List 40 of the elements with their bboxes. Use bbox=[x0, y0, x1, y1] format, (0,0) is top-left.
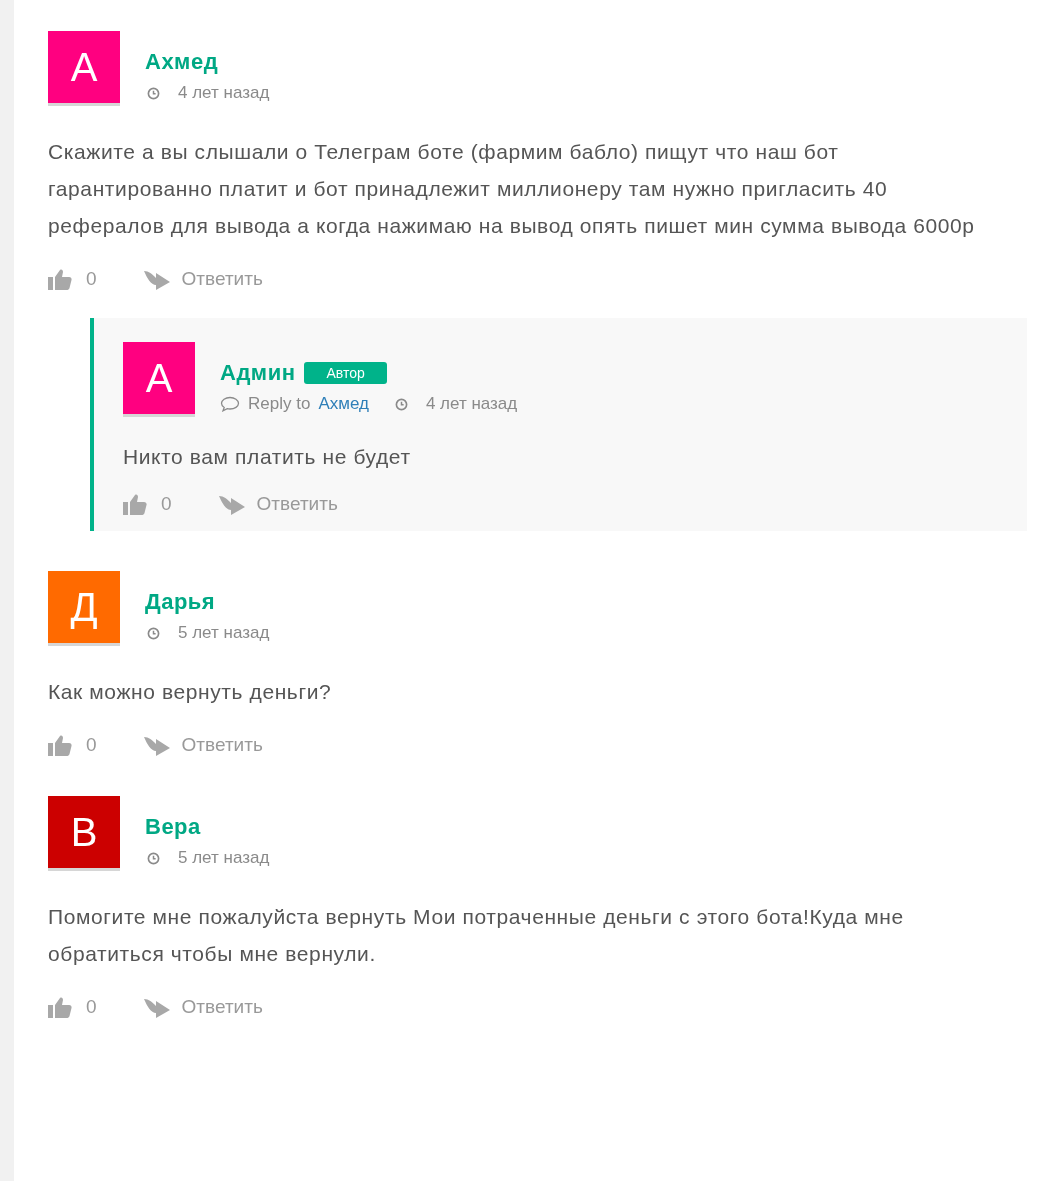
clock-icon bbox=[147, 86, 160, 100]
comment-text: Никто вам платить не будет bbox=[123, 444, 412, 470]
comment-text: Как можно вернуть деньги? bbox=[48, 679, 333, 705]
like-count: 0 bbox=[161, 493, 172, 515]
avatar: А bbox=[48, 31, 120, 103]
avatar: Д bbox=[48, 571, 120, 643]
comment-time: 5 лет назад bbox=[178, 848, 270, 868]
clock-icon bbox=[394, 397, 408, 411]
comment-time: 4 лет назад bbox=[425, 394, 518, 414]
author-name: Вера bbox=[145, 814, 201, 840]
avatar: А bbox=[123, 342, 195, 414]
reply-to-label: Reply to bbox=[248, 394, 311, 414]
author-badge: Автор bbox=[304, 362, 387, 384]
reply-button[interactable]: Ответить bbox=[143, 268, 263, 290]
reply-arrow-icon bbox=[143, 996, 170, 1018]
like-count: 0 bbox=[86, 268, 97, 290]
comment-time: 4 лет назад bbox=[178, 83, 270, 103]
clock-icon bbox=[147, 626, 160, 640]
clock-icon bbox=[147, 851, 160, 865]
reply-to-link[interactable]: Ахмед bbox=[318, 394, 369, 414]
thumbs-up-icon[interactable] bbox=[123, 493, 147, 515]
comment-text: Скажите а вы слышали о Телеграм боте (фармим бабло) пищут что наш бот гарантированно платит и бот принадлежит миллионеру там нужно пригласить 40 рефералов для вывода а когда нажимаю на вывод опять пишет мин сумма вывода 6000р bbox=[48, 139, 976, 239]
avatar: В bbox=[48, 796, 120, 868]
like-count: 0 bbox=[86, 996, 97, 1018]
reply-arrow-icon bbox=[143, 734, 170, 756]
comment-time: 5 лет назад bbox=[178, 623, 270, 643]
reply-arrow-icon bbox=[143, 268, 170, 290]
comment-icon bbox=[220, 396, 240, 412]
reply-button[interactable]: Ответить bbox=[218, 493, 338, 515]
thumbs-up-icon[interactable] bbox=[48, 996, 72, 1018]
author-name: Админ bbox=[220, 360, 296, 386]
thumbs-up-icon[interactable] bbox=[48, 268, 72, 290]
reply-arrow-icon bbox=[218, 493, 245, 515]
thumbs-up-icon[interactable] bbox=[48, 734, 72, 756]
like-count: 0 bbox=[86, 734, 97, 756]
author-name: Дарья bbox=[145, 589, 216, 615]
author-name: Ахмед bbox=[145, 49, 219, 75]
reply-button[interactable]: Ответить bbox=[143, 734, 263, 756]
comment-text: Помогите мне пожалуйста вернуть Мои потраченные деньги с этого бота!Куда мне обратиться чтобы мне вернули. bbox=[48, 904, 905, 967]
reply-button[interactable]: Ответить bbox=[143, 996, 263, 1018]
